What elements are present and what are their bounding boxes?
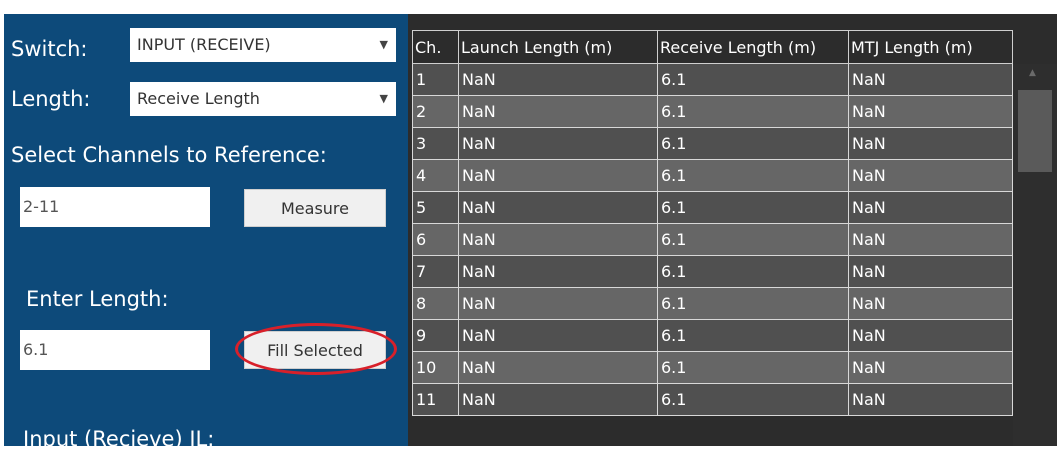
table-row[interactable]: 3 NaN 6.1 NaN xyxy=(412,127,1013,160)
column-header[interactable]: MTJ Length (m) xyxy=(848,30,1013,64)
channel-length-table: Ch. Launch Length (m) Receive Length (m)… xyxy=(412,30,1013,416)
table-cell[interactable]: NaN xyxy=(458,95,658,128)
table-cell[interactable]: NaN xyxy=(458,159,658,192)
table-cell[interactable]: NaN xyxy=(458,191,658,224)
table-cell[interactable]: NaN xyxy=(848,127,1013,160)
table-cell[interactable]: NaN xyxy=(458,223,658,256)
table-cell[interactable]: 10 xyxy=(412,351,459,384)
table-cell[interactable]: NaN xyxy=(848,63,1013,96)
table-cell[interactable]: 6.1 xyxy=(657,63,849,96)
enter-length-label: Enter Length: xyxy=(26,287,169,311)
table-cell[interactable]: NaN xyxy=(458,351,658,384)
table-cell[interactable]: 6.1 xyxy=(657,191,849,224)
control-panel xyxy=(4,14,408,446)
table-row[interactable]: 1 NaN 6.1 NaN xyxy=(412,63,1013,96)
table-row[interactable]: 8 NaN 6.1 NaN xyxy=(412,287,1013,320)
fill-selected-button[interactable]: Fill Selected xyxy=(244,331,386,369)
table-cell[interactable]: 2 xyxy=(412,95,459,128)
table-cell[interactable]: NaN xyxy=(458,383,658,416)
switch-dropdown-value: INPUT (RECEIVE) xyxy=(137,35,271,54)
table-row[interactable]: 9 NaN 6.1 NaN xyxy=(412,319,1013,352)
table-cell[interactable]: NaN xyxy=(848,223,1013,256)
table-cell[interactable]: 11 xyxy=(412,383,459,416)
table-cell[interactable]: 6.1 xyxy=(657,95,849,128)
length-label: Length: xyxy=(11,87,91,111)
length-input[interactable]: 6.1 xyxy=(20,330,210,370)
table-row[interactable]: 5 NaN 6.1 NaN xyxy=(412,191,1013,224)
table-cell[interactable]: NaN xyxy=(848,287,1013,320)
column-header[interactable]: Ch. xyxy=(412,30,459,64)
table-cell[interactable]: NaN xyxy=(848,159,1013,192)
table-cell[interactable]: NaN xyxy=(458,255,658,288)
table-cell[interactable]: 3 xyxy=(412,127,459,160)
table-cell[interactable]: NaN xyxy=(848,255,1013,288)
table-cell[interactable]: 7 xyxy=(412,255,459,288)
chevron-down-icon: ▼ xyxy=(379,92,388,105)
table-cell[interactable]: 1 xyxy=(412,63,459,96)
table-cell[interactable]: 9 xyxy=(412,319,459,352)
table-row[interactable]: 4 NaN 6.1 NaN xyxy=(412,159,1013,192)
column-header[interactable]: Launch Length (m) xyxy=(458,30,658,64)
table-cell[interactable]: 6.1 xyxy=(657,223,849,256)
table-cell[interactable]: 8 xyxy=(412,287,459,320)
table-cell[interactable]: 5 xyxy=(412,191,459,224)
table-row[interactable]: 7 NaN 6.1 NaN xyxy=(412,255,1013,288)
table-cell[interactable]: 6.1 xyxy=(657,383,849,416)
table-cell[interactable]: 6.1 xyxy=(657,127,849,160)
table-cell[interactable]: NaN xyxy=(458,127,658,160)
table-cell[interactable]: NaN xyxy=(848,319,1013,352)
table-cell[interactable]: NaN xyxy=(458,287,658,320)
table-cell[interactable]: 4 xyxy=(412,159,459,192)
scroll-up-arrow-icon[interactable]: ▲ xyxy=(1029,68,1036,78)
table-cell[interactable]: 6.1 xyxy=(657,319,849,352)
table-cell[interactable]: 6.1 xyxy=(657,159,849,192)
table-cell[interactable]: NaN xyxy=(848,95,1013,128)
table-cell[interactable]: NaN xyxy=(848,351,1013,384)
table-cell[interactable]: NaN xyxy=(458,319,658,352)
chevron-down-icon: ▼ xyxy=(379,38,388,51)
switch-label: Switch: xyxy=(11,37,88,61)
switch-dropdown[interactable]: INPUT (RECEIVE) ▼ xyxy=(130,28,396,62)
table-cell[interactable]: 6.1 xyxy=(657,287,849,320)
length-dropdown[interactable]: Receive Length ▼ xyxy=(130,82,396,116)
measure-button[interactable]: Measure xyxy=(244,189,386,227)
table-cell[interactable]: NaN xyxy=(458,63,658,96)
table-row[interactable]: 6 NaN 6.1 NaN xyxy=(412,223,1013,256)
table-cell[interactable]: 6.1 xyxy=(657,255,849,288)
scrollbar-thumb[interactable] xyxy=(1018,90,1052,172)
input-il-label: Input (Recieve) IL: xyxy=(23,427,215,451)
select-channels-label: Select Channels to Reference: xyxy=(11,143,327,167)
length-dropdown-value: Receive Length xyxy=(137,89,260,108)
channels-input[interactable]: 2-11 xyxy=(20,187,210,227)
table-cell[interactable]: NaN xyxy=(848,191,1013,224)
table-cell[interactable]: 6.1 xyxy=(657,351,849,384)
table-row[interactable]: 2 NaN 6.1 NaN xyxy=(412,95,1013,128)
table-cell[interactable]: 6 xyxy=(412,223,459,256)
table-row[interactable]: 11 NaN 6.1 NaN xyxy=(412,383,1013,416)
column-header[interactable]: Receive Length (m) xyxy=(657,30,849,64)
table-cell[interactable]: NaN xyxy=(848,383,1013,416)
table-row[interactable]: 10 NaN 6.1 NaN xyxy=(412,351,1013,384)
